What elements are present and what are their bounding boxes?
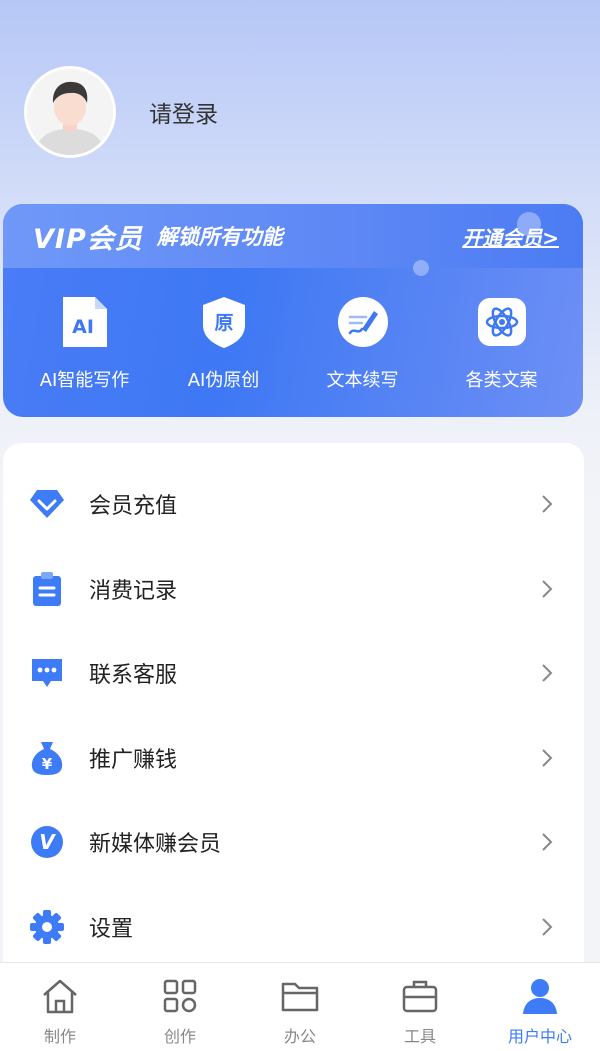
menu-label: 会员充值 — [89, 494, 178, 519]
tab-label: 制作 — [43, 1027, 76, 1046]
diamond-icon — [29, 486, 65, 522]
feature-copywriting[interactable]: 各类文案 — [434, 294, 569, 392]
chevron-right-icon — [542, 580, 553, 598]
tab-tools[interactable]: 工具 — [360, 963, 480, 1051]
decorative-bubble — [413, 260, 429, 276]
tab-user-center[interactable]: 用户中心 — [480, 963, 600, 1051]
tab-label: 用户中心 — [507, 1027, 572, 1046]
vip-feature-list: AI AI智能写作 原 AI伪原创 文本续写 各类文案 — [3, 268, 583, 392]
menu-label: 推广赚钱 — [89, 748, 178, 773]
tab-office[interactable]: 办公 — [240, 963, 360, 1051]
folder-icon — [280, 977, 320, 1015]
tab-label: 办公 — [283, 1027, 316, 1046]
chevron-right-icon — [542, 749, 553, 767]
chevron-right-icon — [542, 664, 553, 682]
vip-title: VIP会员 — [33, 223, 143, 255]
vip-header: VIP会员 解锁所有功能 开通会员> — [3, 204, 583, 276]
home-icon — [40, 977, 80, 1015]
decorative-bubble — [517, 212, 541, 236]
feature-ai-writing[interactable]: AI AI智能写作 — [17, 294, 152, 392]
menu-item-promote[interactable]: ¥ 推广赚钱 — [3, 728, 584, 788]
gear-icon — [29, 909, 65, 945]
svg-text:AI: AI — [72, 316, 94, 338]
toolbox-icon — [400, 977, 440, 1015]
menu-card: 会员充值 消费记录 联系客服 ¥ 推广赚钱 V 新媒体赚会员 设置 — [3, 443, 584, 1003]
atom-icon — [474, 294, 530, 350]
bottom-tab-bar: 制作 创作 办公 工具 用户中心 — [0, 962, 600, 1051]
svg-text:¥: ¥ — [42, 755, 53, 773]
feature-ai-rewrite[interactable]: 原 AI伪原创 — [156, 294, 291, 392]
menu-item-new-media[interactable]: V 新媒体赚会员 — [3, 812, 584, 872]
menu-label: 消费记录 — [89, 579, 178, 604]
open-vip-link[interactable]: 开通会员> — [462, 222, 559, 251]
feature-label: AI伪原创 — [187, 370, 260, 391]
svg-text:V: V — [39, 830, 56, 854]
tab-label: 创作 — [163, 1027, 196, 1046]
tab-label: 工具 — [403, 1027, 436, 1046]
menu-label: 设置 — [89, 917, 134, 942]
chat-bubble-icon — [29, 655, 65, 691]
chevron-right-icon — [542, 918, 553, 936]
tab-make[interactable]: 制作 — [0, 963, 120, 1051]
menu-label: 新媒体赚会员 — [89, 832, 222, 857]
feature-label: AI智能写作 — [39, 370, 130, 391]
chevron-right-icon — [542, 833, 553, 851]
user-icon — [520, 977, 560, 1015]
chevron-right-icon — [542, 495, 553, 513]
feature-label: 文本续写 — [326, 370, 399, 391]
original-shield-icon: 原 — [196, 294, 252, 350]
tab-create[interactable]: 创作 — [120, 963, 240, 1051]
money-bag-icon: ¥ — [29, 740, 65, 776]
menu-item-recharge[interactable]: 会员充值 — [3, 474, 584, 534]
feature-label: 各类文案 — [465, 370, 538, 391]
vip-card[interactable]: VIP会员 解锁所有功能 开通会员> AI AI智能写作 原 AI伪原创 文本续… — [3, 204, 583, 417]
login-prompt[interactable]: 请登录 — [149, 95, 218, 129]
v-circle-icon: V — [29, 824, 65, 860]
svg-text:原: 原 — [214, 312, 233, 334]
menu-label: 联系客服 — [89, 663, 178, 688]
grid-apps-icon — [160, 977, 200, 1015]
ai-doc-icon: AI — [57, 294, 113, 350]
profile-section[interactable]: 请登录 — [24, 66, 218, 158]
feature-text-continue[interactable]: 文本续写 — [295, 294, 430, 392]
menu-item-settings[interactable]: 设置 — [3, 897, 584, 957]
menu-item-customer-service[interactable]: 联系客服 — [3, 643, 584, 703]
avatar[interactable] — [24, 66, 116, 158]
vip-subtitle: 解锁所有功能 — [156, 225, 283, 249]
pen-write-icon — [335, 294, 391, 350]
menu-item-consumption[interactable]: 消费记录 — [3, 559, 584, 619]
clipboard-icon — [29, 571, 65, 607]
